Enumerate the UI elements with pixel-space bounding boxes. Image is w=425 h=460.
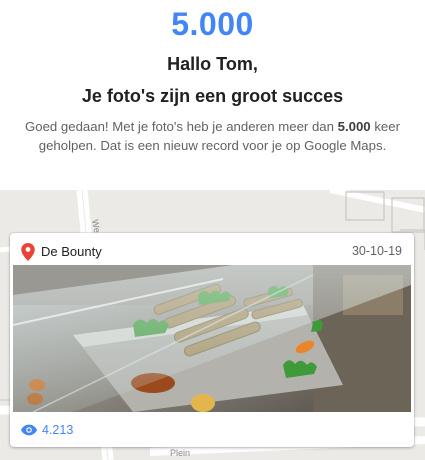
location-pin-icon (21, 243, 35, 261)
street-label-plein: Plein (170, 448, 190, 458)
photo-date: 30-10-19 (351, 244, 402, 258)
photo-card[interactable]: De Bounty 30-10-19 4.213 (10, 233, 414, 447)
place-name-link[interactable]: De Bounty (41, 244, 102, 259)
message-body: Goed gedaan! Met je foto's heb je andere… (22, 117, 403, 155)
headline-title: Je foto's zijn een groot succes (81, 86, 344, 106)
eye-icon (21, 424, 37, 436)
message-text-start: Goed gedaan! Met je foto's heb je andere… (25, 119, 338, 134)
shop-display-photo[interactable] (13, 265, 411, 412)
message-highlight-number: 5.000 (337, 119, 371, 134)
milestone-number: 5.000 (171, 6, 254, 42)
notification-header: 5.000 Hallo Tom, Je foto's zijn een groo… (0, 0, 425, 190)
photo-image (13, 265, 411, 412)
greeting-title: Hallo Tom, (167, 54, 258, 74)
view-count: 4.213 (42, 423, 74, 437)
view-counter: 4.213 (21, 422, 73, 438)
